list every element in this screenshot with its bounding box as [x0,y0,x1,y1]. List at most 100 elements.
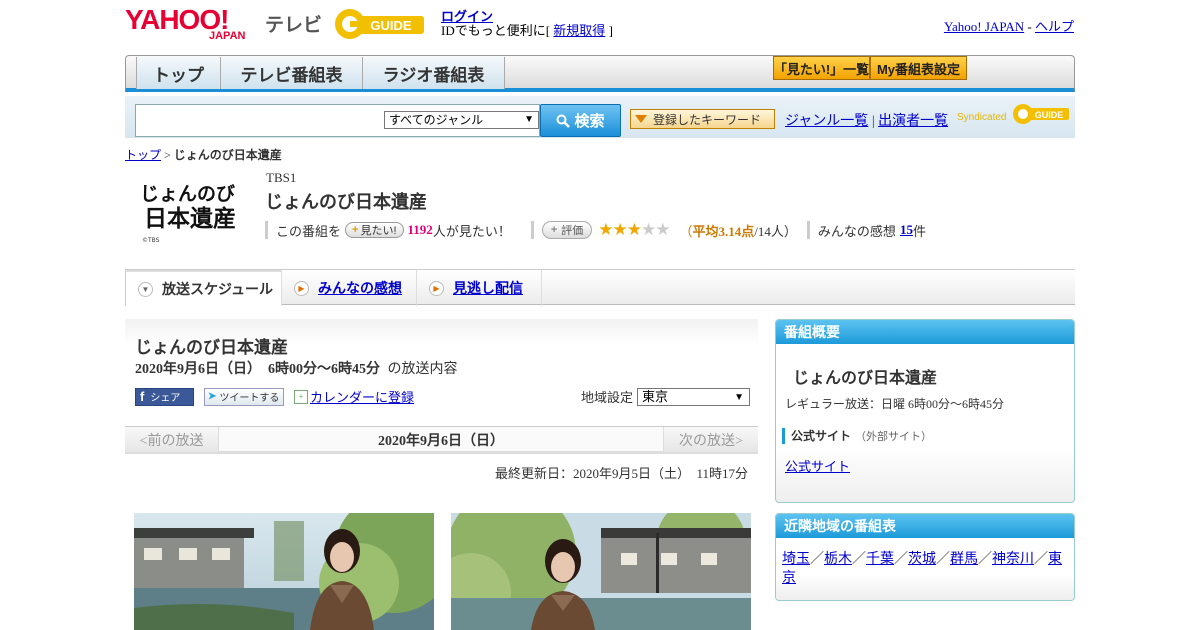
tab-impressions-label[interactable]: みんなの感想 [318,278,402,298]
official-site-label: 公式サイト [791,429,852,443]
genre-dropdown-arrow-icon: ▼ [524,114,534,125]
breadcrumb-home[interactable]: トップ [125,148,161,162]
breadcrumb-current: じょんのび日本遺産 [173,148,282,162]
broadcast-datetime: 2020年9月6日（日） 6時00分～6時45分 [135,362,380,377]
next-broadcast-button[interactable]: 次の放送> [663,427,758,452]
external-site-note: （外部サイト） [855,430,933,443]
genre-list-link[interactable]: ジャンル一覧 [785,114,868,129]
broadcast-date-suffix: の放送内容 [387,362,458,377]
region-sep: ／ [978,552,992,567]
mitai-suffix: 人が見たい！ [432,223,511,239]
nearby-heading: 近隣地域の番組表 [776,514,1074,538]
avg-rest: /14人） [754,223,797,239]
this-program-label: この番組を [276,223,342,239]
prev-broadcast-button[interactable]: <前の放送 [125,427,219,452]
registered-keyword-button[interactable]: 登録したキーワード [630,109,775,129]
triangle-right-icon: ▶ [429,280,444,296]
region-link-saitama[interactable]: 埼玉 [782,552,810,567]
facebook-share-label: シェア [150,393,181,404]
gguide-logo[interactable]: GUIDE [334,6,432,42]
down-arrow-icon [635,115,647,123]
mitai-count: 1192 [407,222,433,237]
genre-cast-links: ジャンル一覧 | 出演者一覧 [785,110,948,130]
last-updated: 最終更新日：2020年9月5日（土） 11時17分 [494,466,748,481]
program-photo-2 [451,513,751,630]
nav-tab-radio[interactable]: ラジオ番組表 [363,57,505,89]
broadcast-title: じょんのび日本遺産 [135,338,288,357]
broadcast-pager: <前の放送 2020年9月6日（日） 次の放送> [125,426,758,454]
my-schedule-settings-button[interactable]: My番組表設定 [870,56,967,80]
plus-icon: + [550,224,558,236]
current-broadcast-date: 2020年9月6日（日） [378,433,504,449]
official-site-link[interactable]: 公式サイト [785,456,850,475]
signup-link[interactable]: 新規取得 [553,23,605,38]
help-link[interactable]: ヘルプ [1035,19,1074,34]
tab-schedule[interactable]: ▼ 放送スケジュール [125,270,282,306]
program-tab-strip: ▼ 放送スケジュール ▶ みんなの感想 ▶ 見逃し配信 [125,269,1075,306]
calendar-register[interactable]: + カレンダーに登録 [294,387,414,406]
region-link-kanagawa[interactable]: 神奈川 [992,552,1034,567]
tweet-button[interactable]: ➤ ツイートする [204,387,284,406]
top-links: Yahoo! JAPAN - ヘルプ [944,16,1074,35]
avg-open: （ [679,223,693,239]
separator [806,221,810,239]
search-button-label: 検索 [574,113,605,130]
program-copyright: ©TBS [142,237,160,244]
program-title: じょんのび日本遺産 [265,192,427,212]
program-logo-image: じょんのび 日本遺産 ©TBS [140,183,236,244]
calendar-icon: + [294,389,308,404]
region-value: 東京 [642,388,669,404]
nearby-regions-box: 近隣地域の番組表 埼玉／栃木／千葉／茨城／群馬／神奈川／東京 [775,513,1075,601]
region-sep: ／ [1034,552,1048,567]
mitai-list-button[interactable]: 「見たい!」一覧 [773,56,870,80]
calendar-link[interactable]: カレンダーに登録 [310,387,414,406]
tweet-label: ツイートする [219,393,280,404]
region-sep: ／ [936,552,950,567]
overview-heading: 番組概要 [776,320,1074,344]
tab-impressions[interactable]: ▶ みんなの感想 [282,270,417,306]
rating-stars: ★★★★★ [598,220,670,240]
impressions-unit: 件 [912,223,926,239]
separator [265,221,268,239]
region-link-tochigi[interactable]: 栃木 [824,552,852,567]
region-link-ibaraki[interactable]: 茨城 [908,552,936,567]
evaluate-button[interactable]: + 評価 [541,221,593,239]
mitai-button-label: 見たい! [360,225,397,237]
yahoo-tv-logo[interactable]: YAHOO! JAPAN テレビ [125,6,322,43]
registered-keyword-label: 登録したキーワード [653,112,762,127]
region-sep: ／ [852,552,866,567]
yahoo-japan-link[interactable]: Yahoo! JAPAN [944,19,1024,34]
gguide-small-text: GUIDE [1035,110,1064,120]
region-sep: ／ [810,552,824,567]
logo-line-1: じょんのび [140,183,235,205]
program-info-row: この番組を + 見たい! 1192 人が見たい！ + 評価 ★★★★★ （平均3.1… [265,220,926,240]
average-rating: 平均3.14点 [692,223,755,239]
star-icon: ★ [626,220,642,239]
id-text-before: IDでもっと便利に[ [441,23,554,38]
twitter-bird-icon: ➤ [208,391,217,402]
id-signup-line: IDでもっと便利に[ 新規取得 ] [441,20,613,39]
tab-missed-label[interactable]: 見逃し配信 [453,278,523,298]
impressions-count-link[interactable]: 15 [900,222,913,238]
region-select[interactable]: 東京 ▼ [637,387,751,406]
plus-icon: + [352,224,359,236]
program-photo-1 [134,513,434,630]
regular-broadcast: レギュラー放送：日曜 6時00分～6時45分 [785,397,1005,411]
region-label: 地域設定 [581,390,634,405]
region-sep: ／ [894,552,908,567]
facebook-share-button[interactable]: f シェア [135,387,194,406]
nav-tab-top[interactable]: トップ [136,57,221,89]
star-empty-icon: ★ [641,220,656,239]
cast-list-link[interactable]: 出演者一覧 [878,114,948,129]
impressions-label: みんなの感想 [817,223,896,239]
search-button[interactable]: 検索 [540,104,621,137]
region-link-chiba[interactable]: 千葉 [866,552,894,567]
mitai-button[interactable]: + 見たい! [345,222,404,238]
triangle-down-icon: ▼ [138,281,153,297]
region-link-gunma[interactable]: 群馬 [950,552,978,567]
region-dropdown-arrow-icon: ▼ [734,391,745,403]
separator [530,221,534,239]
tab-missed[interactable]: ▶ 見逃し配信 [417,270,542,306]
genre-select[interactable]: すべてのジャンル ▼ [384,111,539,129]
nav-tab-tv[interactable]: テレビ番組表 [221,57,363,89]
